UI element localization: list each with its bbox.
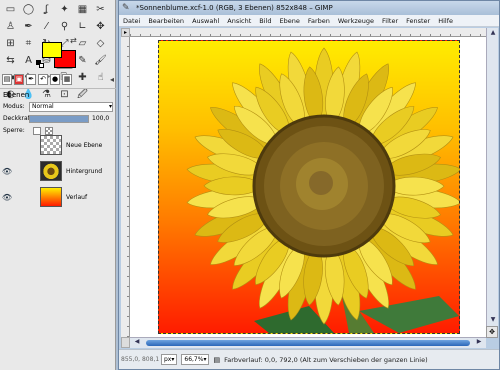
menu-ebene[interactable]: Ebene <box>275 17 303 25</box>
free-select-tool-icon[interactable]: ʆ <box>38 2 55 18</box>
horizontal-ruler <box>130 28 486 37</box>
menu-bild[interactable]: Bild <box>255 17 275 25</box>
move-tool-icon[interactable]: ✥ <box>92 19 109 35</box>
menu-ansicht[interactable]: Ansicht <box>223 17 255 25</box>
layer-thumbnail <box>40 187 62 207</box>
reset-colors-icon[interactable] <box>36 60 44 68</box>
layers-panel-title: Ebenen <box>0 88 116 100</box>
unit-select[interactable]: px ▾ <box>161 354 178 365</box>
color-picker-tool-icon[interactable]: ⁄ <box>38 19 55 35</box>
layer-thumbnail <box>40 161 62 181</box>
canvas-area[interactable] <box>130 37 486 337</box>
chevron-down-icon: ▾ <box>203 356 207 363</box>
zoom-value: 66,7% <box>184 356 204 363</box>
horizontal-scrollbar[interactable]: ◀ ▶ <box>130 337 486 348</box>
navigate-icon[interactable]: ✥ <box>486 326 498 338</box>
horizontal-scrollbar-thumb[interactable] <box>146 340 470 346</box>
status-message: Farbverlauf: 0,0, 792,0 (Alt zum Verschi… <box>224 355 428 364</box>
title-bar: ✎ *Sonnenblume.xcf-1.0 (RGB, 3 Ebenen) 8… <box>119 1 499 15</box>
brushes-tab-icon[interactable]: ● <box>50 74 60 85</box>
channels-tab-icon[interactable]: ▣ <box>14 74 24 85</box>
opacity-slider-fill <box>30 115 88 122</box>
measure-tool-icon[interactable]: ∟ <box>74 19 91 35</box>
ellipse-select-tool-icon[interactable]: ◯ <box>20 2 37 18</box>
layer-row[interactable]: Neue Ebene <box>0 133 116 157</box>
pointer-coordinates: 855,0, 808,1 <box>121 356 160 363</box>
layer-thumbnail <box>40 135 62 155</box>
opacity-label: Deckkraft: <box>3 115 35 122</box>
undo-tab-icon[interactable]: ↶ <box>38 74 48 85</box>
mode-select[interactable]: Normal ▾ <box>29 101 113 112</box>
menu-bar: Datei Bearbeiten Auswahl Ansicht Bild Ebene Fa… <box>119 15 499 27</box>
opacity-value[interactable]: 100,0 <box>92 115 109 122</box>
chevron-down-icon: ▾ <box>108 103 112 110</box>
ruler-corner-icon[interactable]: ▸ <box>121 28 130 37</box>
status-bar: 855,0, 808,1 px ▾ 66,7% ▾ ▤ Farbverlauf:… <box>119 349 499 369</box>
rect-select-tool-icon[interactable]: ▭ <box>2 2 19 18</box>
toolbox-window: ▭◯ʆ✦▦✂♙✒⁄⚲∟✥⊞⌗↻⤢▱◇⇆A⛁▤✎🖌▬✈✑⎘✚☝◐💧⚗⊡🖉 ⇄ ▤ … <box>0 0 116 370</box>
mode-value: Normal <box>32 103 54 110</box>
layer-row[interactable]: 👁 Verlauf <box>0 185 116 209</box>
unit-value: px <box>164 356 172 363</box>
mode-row: Modus: Normal ▾ <box>3 101 113 112</box>
swap-colors-icon[interactable]: ⇄ <box>70 36 77 45</box>
menu-hilfe[interactable]: Hilfe <box>434 17 457 25</box>
perspective-tool-icon[interactable]: ◇ <box>92 36 109 52</box>
select-by-color-tool-icon[interactable]: ▦ <box>74 2 91 18</box>
dock-menu-icon[interactable]: ◂ <box>110 75 114 84</box>
patterns-tab-icon[interactable]: ▦ <box>62 74 72 85</box>
foreground-color-swatch[interactable] <box>42 42 62 58</box>
sunflower-image <box>186 47 459 333</box>
scroll-up-arrow-icon[interactable]: ▲ <box>488 29 498 38</box>
scroll-right-arrow-icon[interactable]: ▶ <box>474 338 484 345</box>
image-canvas[interactable] <box>158 40 460 334</box>
gimp-app-icon: ✎ <box>122 3 130 13</box>
quick-mask-toggle[interactable] <box>121 337 130 348</box>
window-title: *Sonnenblume.xcf-1.0 (RGB, 3 Ebenen) 852… <box>136 4 333 12</box>
menu-fenster[interactable]: Fenster <box>402 17 434 25</box>
paths-tool-icon[interactable]: ✒ <box>20 19 37 35</box>
zoom-tool-icon[interactable]: ⚲ <box>56 19 73 35</box>
menu-filter[interactable]: Filter <box>378 17 402 25</box>
mode-label: Modus: <box>3 103 25 110</box>
vertical-scrollbar[interactable]: ▲ ▼ <box>486 28 498 337</box>
scissors-tool-icon[interactable]: ✂ <box>92 2 109 18</box>
image-window: ✎ *Sonnenblume.xcf-1.0 (RGB, 3 Ebenen) 8… <box>118 0 500 370</box>
blend-tool-status-icon: ▤ <box>213 355 221 364</box>
foreground-select-tool-icon[interactable]: ♙ <box>2 19 19 35</box>
paintbrush-tool-icon[interactable]: 🖌 <box>92 53 109 69</box>
layers-tab-icon[interactable]: ▤ <box>2 74 12 85</box>
zoom-select[interactable]: 66,7% ▾ <box>181 354 210 365</box>
dock-tab-bar: ▤ ▣ ✒ ↶ ● ▦ ◂ <box>2 72 114 87</box>
color-area: ⇄ <box>12 36 92 70</box>
chevron-down-icon: ▾ <box>171 356 175 363</box>
fuzzy-select-tool-icon[interactable]: ✦ <box>56 2 73 18</box>
menu-bearbeiten[interactable]: Bearbeiten <box>144 17 188 25</box>
paths-tab-icon[interactable]: ✒ <box>26 74 36 85</box>
vertical-ruler <box>121 37 130 337</box>
eye-icon[interactable]: 👁 <box>0 167 14 176</box>
menu-farben[interactable]: Farben <box>304 17 334 25</box>
scroll-down-arrow-icon[interactable]: ▼ <box>488 316 498 325</box>
menu-werkzeuge[interactable]: Werkzeuge <box>334 17 378 25</box>
scroll-left-arrow-icon[interactable]: ◀ <box>132 338 142 345</box>
layer-name: Neue Ebene <box>66 141 103 149</box>
layer-row[interactable]: 👁 Hintergrund <box>0 159 116 183</box>
menu-datei[interactable]: Datei <box>119 17 144 25</box>
layer-name: Hintergrund <box>66 167 103 175</box>
layer-name: Verlauf <box>66 193 88 201</box>
menu-auswahl[interactable]: Auswahl <box>188 17 223 25</box>
opacity-slider[interactable] <box>29 114 89 123</box>
opacity-row: Deckkraft: 100,0 <box>3 113 113 124</box>
eye-icon[interactable]: 👁 <box>0 193 14 202</box>
